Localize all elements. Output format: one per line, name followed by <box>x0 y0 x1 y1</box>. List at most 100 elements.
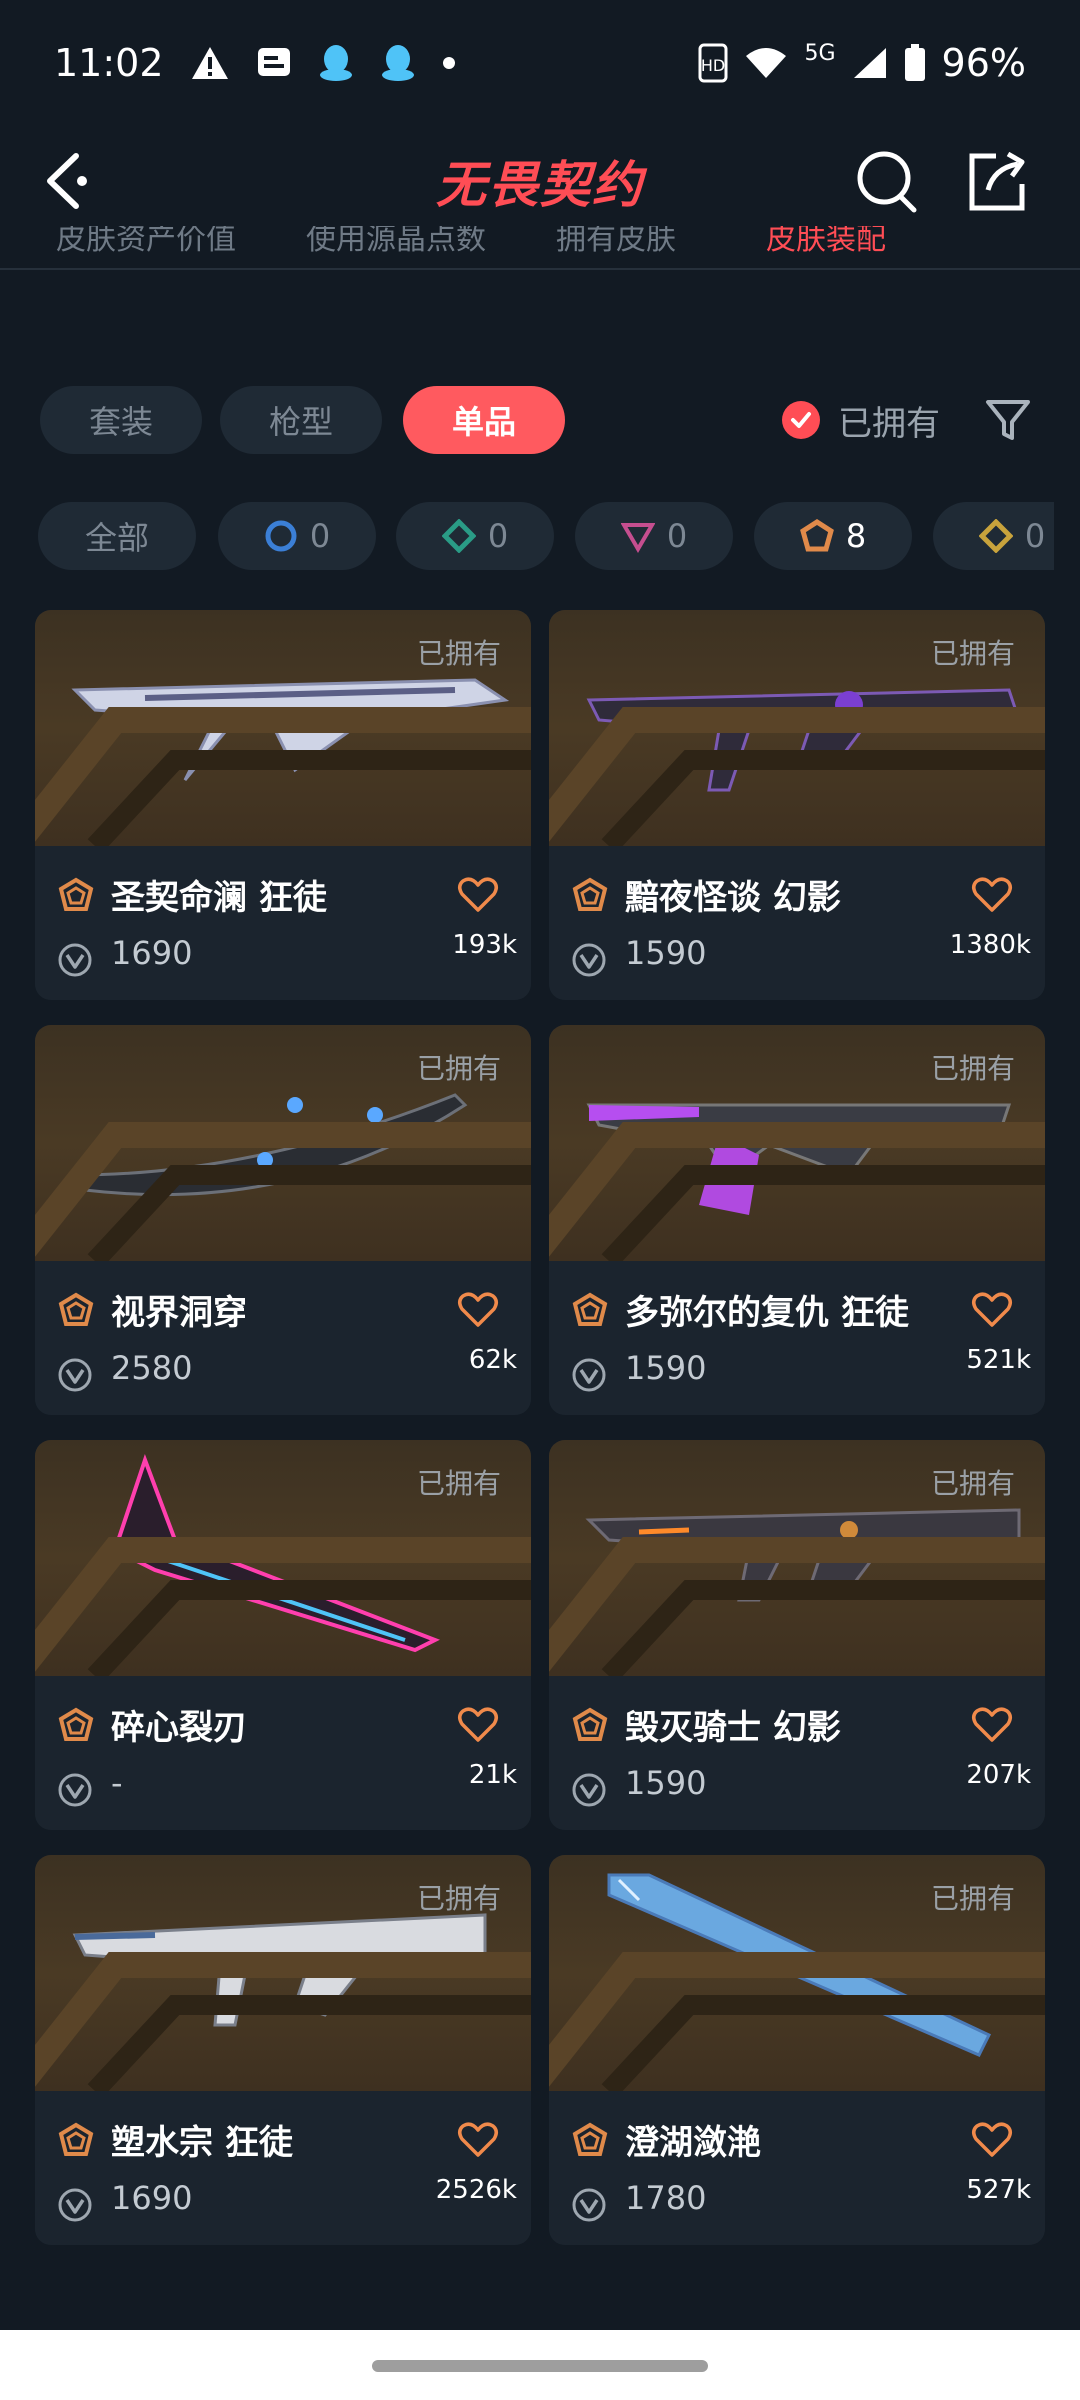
skin-price: - <box>111 1764 123 1802</box>
heart-icon[interactable] <box>457 2121 499 2159</box>
skin-name: 毁灭骑士 幻影 <box>625 1708 841 1748</box>
home-handle[interactable] <box>372 2360 708 2372</box>
skin-card[interactable]: 已拥有 多弥尔的复仇 狂徒 1590 521k <box>549 1025 1045 1415</box>
tier-count: 0 <box>666 517 688 555</box>
owned-badge: 已拥有 <box>930 637 1015 670</box>
valorant-points-icon <box>572 1773 606 1807</box>
skin-name: 澄湖潋滟 <box>625 2123 761 2163</box>
skin-card[interactable]: 已拥有 毁灭骑士 幻影 1590 207k <box>549 1440 1045 1830</box>
tier-select-icon <box>265 520 297 552</box>
exclusive-tier-icon <box>572 1292 608 1326</box>
heart-icon[interactable] <box>457 1291 499 1329</box>
valorant-points-icon <box>572 2188 606 2222</box>
skin-card[interactable]: 已拥有 圣契命澜 狂徒 1690 193k <box>35 610 531 1000</box>
share-icon <box>969 151 1025 211</box>
skin-name: 圣契命澜 狂徒 <box>111 878 327 918</box>
skin-image: 已拥有 <box>35 610 531 846</box>
skin-price: 1780 <box>625 2179 707 2217</box>
skin-card[interactable]: 已拥有 澄湖潋滟 1780 527k <box>549 1855 1045 2245</box>
skin-info: 黯夜怪谈 幻影 1590 1380k <box>549 846 1045 1000</box>
heart-icon[interactable] <box>971 1706 1013 1744</box>
search-button[interactable] <box>854 146 920 216</box>
heart-icon[interactable] <box>457 1706 499 1744</box>
message-icon <box>256 46 292 80</box>
skin-price: 1590 <box>625 1349 707 1387</box>
filter-button[interactable] <box>980 392 1036 448</box>
skin-info: 视界洞穿 2580 62k <box>35 1261 531 1415</box>
skin-image: 已拥有 <box>549 1025 1045 1261</box>
tier-deluxe-icon <box>441 519 476 553</box>
owned-badge: 已拥有 <box>416 1882 501 1915</box>
valorant-points-icon <box>58 943 92 977</box>
owned-badge: 已拥有 <box>416 637 501 670</box>
skin-image: 已拥有 <box>35 1440 531 1676</box>
skin-price: 1690 <box>111 2179 193 2217</box>
exclusive-tier-icon <box>58 877 94 911</box>
owned-toggle[interactable]: 已拥有 <box>782 386 940 454</box>
back-button[interactable] <box>40 148 100 214</box>
clock: 11:02 <box>54 41 164 85</box>
skin-card[interactable]: 已拥有 黯夜怪谈 幻影 1590 1380k <box>549 610 1045 1000</box>
filter-single[interactable]: 单品 <box>403 386 565 454</box>
tier-count: 0 <box>309 517 331 555</box>
tab-points-used[interactable]: 使用源晶点数 <box>306 226 486 258</box>
exclusive-tier-icon <box>572 877 608 911</box>
like-count: 21k <box>468 1760 517 1790</box>
tier-count: 0 <box>1024 517 1046 555</box>
system-nav-bar <box>0 2330 1080 2400</box>
skin-card[interactable]: 已拥有 视界洞穿 2580 62k <box>35 1025 531 1415</box>
skin-info: 圣契命澜 狂徒 1690 193k <box>35 846 531 1000</box>
category-filters: 套装 枪型 单品 已拥有 <box>40 386 1050 454</box>
like-count: 62k <box>468 1345 517 1375</box>
owned-label: 已拥有 <box>838 403 940 444</box>
skin-card[interactable]: 已拥有 碎心裂刃 - 21k <box>35 1440 531 1830</box>
search-icon <box>857 151 917 213</box>
skin-image: 已拥有 <box>549 1855 1045 2091</box>
signal-icon <box>852 46 888 80</box>
valorant-points-icon <box>58 1773 92 1807</box>
exclusive-tier-icon <box>58 1292 94 1326</box>
owned-badge: 已拥有 <box>930 1052 1015 1085</box>
skin-image: 已拥有 <box>549 610 1045 846</box>
exclusive-tier-icon <box>58 2122 94 2156</box>
qq-icon <box>318 43 354 83</box>
heart-icon[interactable] <box>971 1291 1013 1329</box>
owned-badge: 已拥有 <box>930 1467 1015 1500</box>
tier-count: 8 <box>845 517 867 555</box>
sub-tabs: 皮肤资产价值 使用源晶点数 拥有皮肤 皮肤装配 <box>0 226 1080 270</box>
filter-bundle[interactable]: 套装 <box>40 386 202 454</box>
tier-ultra[interactable]: 0 <box>933 502 1054 570</box>
like-count: 521k <box>966 1345 1031 1375</box>
skin-name: 多弥尔的复仇 狂徒 <box>625 1293 909 1333</box>
like-count: 2526k <box>435 2175 517 2205</box>
tier-deluxe[interactable]: 0 <box>396 502 554 570</box>
tier-select[interactable]: 0 <box>218 502 376 570</box>
tier-ultra-icon <box>978 519 1013 553</box>
tier-count: 0 <box>487 517 509 555</box>
share-button[interactable] <box>964 146 1030 216</box>
skin-info: 多弥尔的复仇 狂徒 1590 521k <box>549 1261 1045 1415</box>
skin-card[interactable]: 已拥有 塑水宗 狂徒 1690 2526k <box>35 1855 531 2245</box>
heart-icon[interactable] <box>457 876 499 914</box>
tier-filters: 全部 0 0 0 8 0 <box>38 502 1054 570</box>
tier-exclusive-icon <box>799 519 834 552</box>
heart-icon[interactable] <box>971 2121 1013 2159</box>
tier-all[interactable]: 全部 <box>38 502 196 570</box>
exclusive-tier-icon <box>572 2122 608 2156</box>
filter-weapon-type[interactable]: 枪型 <box>220 386 382 454</box>
skin-name: 碎心裂刃 <box>111 1708 247 1748</box>
tab-owned-skins[interactable]: 拥有皮肤 <box>556 226 676 258</box>
heart-icon[interactable] <box>971 876 1013 914</box>
tier-premium[interactable]: 0 <box>575 502 733 570</box>
hd-icon: HD <box>698 43 728 83</box>
skin-price: 2580 <box>111 1349 193 1387</box>
network-type: 5G <box>804 40 836 66</box>
qq-icon <box>380 43 416 83</box>
tier-exclusive[interactable]: 8 <box>754 502 912 570</box>
owned-badge: 已拥有 <box>416 1052 501 1085</box>
skin-info: 碎心裂刃 - 21k <box>35 1676 531 1830</box>
tab-skin-value[interactable]: 皮肤资产价值 <box>56 226 236 258</box>
owned-badge: 已拥有 <box>416 1467 501 1500</box>
tab-skin-loadout[interactable]: 皮肤装配 <box>766 226 886 258</box>
owned-badge: 已拥有 <box>930 1882 1015 1915</box>
